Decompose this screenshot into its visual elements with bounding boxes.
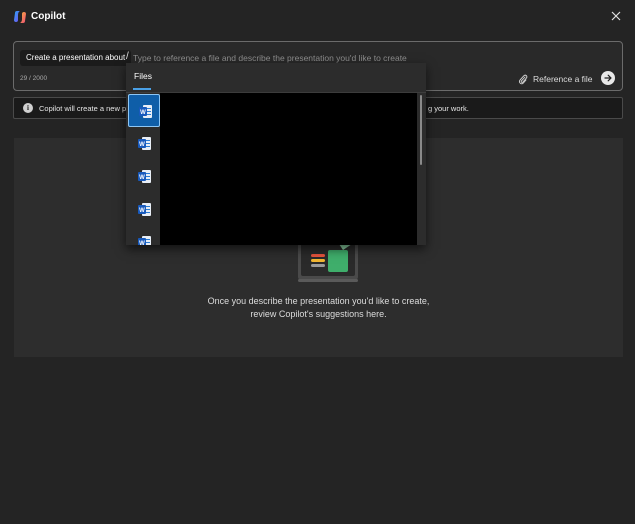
word-icon: W	[138, 170, 151, 183]
scrollbar[interactable]	[417, 93, 426, 245]
svg-text:W: W	[139, 142, 145, 148]
copilot-logo-icon	[14, 11, 26, 23]
empty-state-line-2: review Copilot's suggestions here.	[250, 309, 387, 319]
arrow-right-icon	[604, 74, 612, 82]
file-list-item[interactable]: W	[128, 193, 160, 226]
close-icon[interactable]	[609, 9, 623, 23]
word-icon: W	[138, 137, 151, 150]
slash-marker: /	[126, 51, 129, 62]
svg-text:W: W	[139, 241, 145, 245]
reference-file-label: Reference a file	[533, 74, 593, 84]
empty-state-line-1: Once you describe the presentation you'd…	[207, 296, 430, 306]
info-text-start: Copilot will create a new pr	[39, 104, 129, 113]
file-list-item[interactable]: W	[128, 127, 160, 160]
word-icon: W	[138, 203, 151, 216]
scrollbar-thumb[interactable]	[420, 95, 422, 165]
title-bar: Copilot	[0, 0, 635, 34]
file-list-item[interactable]: W	[128, 226, 160, 245]
svg-text:W: W	[140, 110, 146, 116]
character-count: 29 / 2000	[20, 75, 48, 82]
reference-file-button[interactable]: Reference a file	[518, 72, 593, 86]
paperclip-icon	[518, 74, 528, 84]
file-list-content	[160, 93, 417, 245]
svg-text:W: W	[139, 175, 145, 181]
file-list-item[interactable]: W	[128, 94, 160, 127]
send-button[interactable]	[601, 71, 615, 85]
svg-text:W: W	[139, 208, 145, 214]
word-icon: W	[139, 105, 152, 118]
tab-files[interactable]: Files	[134, 71, 152, 81]
presentation-illustration-icon	[298, 240, 358, 282]
app-title: Copilot	[31, 11, 66, 22]
file-list-item[interactable]: W	[128, 160, 160, 193]
word-icon: W	[138, 236, 151, 245]
tab-active-indicator	[133, 88, 151, 90]
prompt-chip[interactable]: Create a presentation about	[20, 50, 132, 66]
info-text-end: g your work.	[428, 104, 469, 113]
files-popup: Files W W W W W	[126, 63, 426, 245]
info-icon: i	[23, 103, 33, 113]
